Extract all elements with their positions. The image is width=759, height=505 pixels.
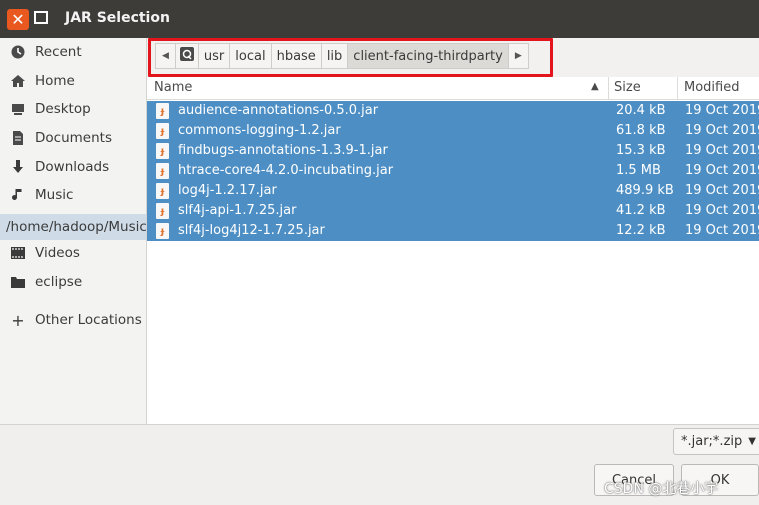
jar-file-icon: ɟ bbox=[156, 203, 169, 219]
maximize-button[interactable] bbox=[34, 11, 48, 24]
file-row[interactable]: ɟ htrace-core4-4.2.0-incubating.jar 1.5 … bbox=[147, 161, 759, 181]
sidebar-item-desktop[interactable]: Desktop bbox=[0, 96, 146, 122]
jar-file-icon: ɟ bbox=[156, 143, 169, 159]
jar-file-icon: ɟ bbox=[156, 163, 169, 179]
video-icon bbox=[10, 245, 26, 261]
jar-file-icon: ɟ bbox=[156, 223, 169, 239]
plus-icon: + bbox=[11, 310, 25, 330]
music-icon bbox=[10, 187, 26, 203]
jar-file-icon: ɟ bbox=[156, 183, 169, 199]
watermark: CSDN @北巷小宇 bbox=[604, 481, 719, 497]
sidebar-item-home[interactable]: Home bbox=[0, 68, 146, 94]
title-bar: ✕ JAR Selection bbox=[0, 0, 759, 38]
column-header: Name ▲ Size Modified bbox=[147, 77, 759, 100]
chevron-down-icon: ▼ bbox=[748, 436, 756, 447]
close-icon: ✕ bbox=[11, 10, 25, 29]
window-title: JAR Selection bbox=[65, 10, 170, 26]
file-row[interactable]: ɟ audience-annotations-0.5.0.jar 20.4 kB… bbox=[147, 101, 759, 121]
column-modified[interactable]: Modified bbox=[684, 80, 739, 95]
close-button[interactable]: ✕ bbox=[7, 9, 29, 30]
file-filter-dropdown[interactable]: *.jar;*.zip ▼ bbox=[673, 428, 759, 455]
jar-file-icon: ɟ bbox=[156, 123, 169, 139]
places-sidebar: Recent Home Desktop Documents Downloads … bbox=[0, 38, 147, 424]
path-highlight-box bbox=[148, 38, 553, 77]
file-row[interactable]: ɟ findbugs-annotations-1.3.9-1.jar 15.3 … bbox=[147, 141, 759, 161]
clock-icon bbox=[10, 44, 26, 60]
documents-icon bbox=[10, 130, 26, 146]
sidebar-item-documents[interactable]: Documents bbox=[0, 125, 146, 151]
file-row[interactable]: ɟ slf4j-api-1.7.25.jar 41.2 kB 19 Oct 20… bbox=[147, 201, 759, 221]
file-row[interactable]: ɟ log4j-1.2.17.jar 489.9 kB 19 Oct 2019 bbox=[147, 181, 759, 201]
download-icon bbox=[10, 159, 26, 175]
sidebar-item-eclipse[interactable]: eclipse bbox=[0, 269, 146, 295]
file-row[interactable]: ɟ slf4j-log4j12-1.7.25.jar 12.2 kB 19 Oc… bbox=[147, 221, 759, 241]
sidebar-item-downloads[interactable]: Downloads bbox=[0, 154, 146, 180]
column-size[interactable]: Size bbox=[614, 80, 641, 95]
sidebar-item-recent[interactable]: Recent bbox=[0, 39, 146, 65]
sidebar-item-videos[interactable]: Videos bbox=[0, 240, 146, 266]
sidebar-item-other-locations[interactable]: + Other Locations bbox=[0, 307, 146, 333]
sort-up-icon: ▲ bbox=[591, 81, 599, 92]
folder-icon bbox=[10, 274, 26, 290]
column-name[interactable]: Name bbox=[154, 80, 192, 95]
desktop-icon bbox=[10, 101, 26, 117]
sidebar-item-music-path[interactable]: /home/hadoop/Music bbox=[0, 214, 147, 240]
jar-file-icon: ɟ bbox=[156, 103, 169, 119]
file-row[interactable]: ɟ commons-logging-1.2.jar 61.8 kB 19 Oct… bbox=[147, 121, 759, 141]
file-list: Name ▲ Size Modified ɟ audience-annotati… bbox=[147, 77, 759, 424]
sidebar-item-music[interactable]: Music bbox=[0, 182, 146, 208]
home-icon bbox=[10, 73, 26, 89]
